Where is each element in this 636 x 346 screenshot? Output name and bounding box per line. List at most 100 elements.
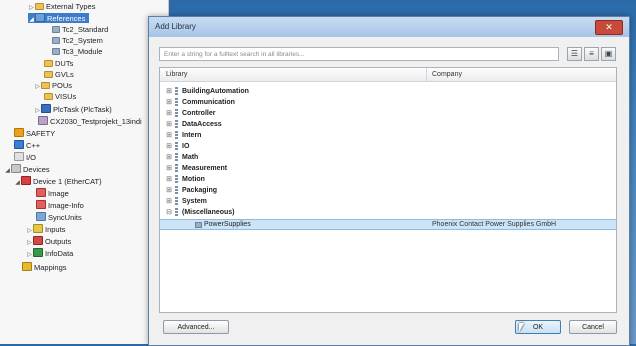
category-label: (Miscellaneous) — [182, 209, 235, 216]
library-category-row[interactable]: ⊞ DataAccess — [160, 119, 616, 130]
column-separator[interactable] — [426, 68, 427, 81]
library-category-row[interactable]: ⊟ (Miscellaneous) — [160, 207, 616, 218]
category-label: Motion — [182, 176, 205, 183]
tree-item-syncunits[interactable]: SyncUnits — [36, 212, 82, 222]
library-category-row[interactable]: ⊞ Math — [160, 152, 616, 163]
tree-item-tc2-system[interactable]: Tc2_System — [52, 36, 103, 46]
expand-icon[interactable]: ⊞ — [165, 185, 173, 196]
expand-icon[interactable]: ▷ — [34, 82, 41, 92]
close-button[interactable]: ✕ — [595, 20, 623, 35]
library-category-row[interactable]: ⊞ Controller — [160, 108, 616, 119]
tree-item-cpp[interactable]: C++ — [14, 140, 40, 150]
category-label: Intern — [182, 132, 202, 139]
tree-item-pous[interactable]: ▷ POUs — [34, 81, 72, 91]
task-icon — [41, 104, 51, 113]
expand-icon[interactable]: ▷ — [28, 3, 35, 13]
add-library-dialog: Add Library ✕ Enter a string for a fullt… — [148, 16, 630, 346]
syncunits-icon — [36, 212, 46, 221]
infodata-icon — [33, 248, 43, 257]
expand-icon[interactable]: ⊞ — [165, 108, 173, 119]
category-icon — [175, 186, 178, 195]
outputs-icon — [33, 236, 43, 245]
tree-item-references[interactable]: ◢ References — [28, 13, 90, 25]
library-row-powersupplies[interactable]: PowerSupplies Phoenix Contact Power Suppl… — [160, 219, 616, 230]
library-category-row[interactable]: ⊞ System — [160, 196, 616, 207]
tree-item-safety[interactable]: SAFETY — [14, 128, 55, 138]
tree-item-device1-ethercat[interactable]: ◢ Device 1 (EtherCAT) — [14, 176, 102, 186]
cancel-button[interactable]: Cancel — [569, 320, 617, 334]
expand-icon[interactable]: ⊞ — [165, 130, 173, 141]
category-label: Packaging — [182, 187, 218, 194]
category-view-button[interactable]: ☰ — [567, 47, 582, 61]
expand-icon[interactable]: ⊞ — [165, 141, 173, 152]
expand-icon[interactable]: ⊞ — [165, 163, 173, 174]
category-icon — [175, 153, 178, 162]
details-view-button[interactable]: ▣ — [601, 47, 616, 61]
library-label: PowerSupplies — [204, 221, 251, 228]
tree-item-mappings[interactable]: Mappings — [22, 262, 67, 272]
expand-icon[interactable]: ⊞ — [165, 119, 173, 130]
tree-item-visus[interactable]: VISUs — [44, 92, 76, 102]
expand-icon[interactable]: ⊞ — [165, 97, 173, 108]
expand-icon[interactable]: ▷ — [26, 226, 33, 236]
tree-item-io[interactable]: I/O — [14, 152, 36, 162]
category-label: Controller — [182, 110, 216, 117]
library-category-row[interactable]: ⊞ Packaging — [160, 185, 616, 196]
collapse-icon[interactable]: ⊟ — [165, 207, 173, 218]
column-header-library[interactable]: Library — [166, 71, 187, 78]
tree-item-devices[interactable]: ◢ Devices — [4, 164, 50, 174]
solution-explorer-tree: ▷ External Types ◢ References Tc2_Standard… — [0, 0, 169, 344]
category-label: DataAccess — [182, 121, 222, 128]
tree-item-image-info[interactable]: Image-Info — [36, 200, 84, 210]
tree-item-gvls[interactable]: GVLs — [44, 70, 74, 80]
advanced-button[interactable]: Advanced... — [163, 320, 229, 334]
collapse-icon[interactable]: ◢ — [14, 178, 21, 188]
expand-icon[interactable]: ▷ — [26, 238, 33, 248]
library-icon — [52, 26, 60, 33]
library-icon — [52, 48, 60, 55]
dialog-title: Add Library — [155, 22, 196, 31]
column-header-company[interactable]: Company — [432, 71, 462, 78]
list-view-button[interactable]: ≡ — [584, 47, 599, 61]
cpp-icon — [14, 140, 24, 149]
category-icon — [175, 131, 178, 140]
company-label: Phoenix Contact Power Supplies GmbH — [432, 221, 557, 228]
expand-icon[interactable]: ▷ — [34, 106, 41, 116]
library-category-row[interactable]: ⊞ BuildingAutomation — [160, 86, 616, 97]
tree-item-infodata[interactable]: ▷ InfoData — [26, 248, 73, 258]
tree-item-plctask[interactable]: ▷ PlcTask (PlcTask) — [34, 104, 112, 114]
folder-icon — [44, 60, 53, 67]
tree-item-inputs[interactable]: ▷ Inputs — [26, 224, 65, 234]
tree-item-external-types[interactable]: ▷ External Types — [28, 2, 95, 12]
expand-icon[interactable]: ▷ — [26, 250, 33, 260]
category-label: IO — [182, 143, 190, 150]
category-icon — [175, 98, 178, 107]
tree-item-image[interactable]: Image — [36, 188, 69, 198]
collapse-icon[interactable]: ◢ — [4, 166, 11, 176]
collapse-icon[interactable]: ◢ — [28, 15, 35, 25]
tree-item-tc2-standard[interactable]: Tc2_Standard — [52, 25, 108, 35]
image-icon — [36, 200, 46, 209]
references-icon — [35, 13, 45, 22]
image-icon — [36, 188, 46, 197]
folder-icon — [44, 93, 53, 100]
grid-header: Library Company — [160, 68, 616, 82]
library-category-row[interactable]: ⊞ IO — [160, 141, 616, 152]
expand-icon[interactable]: ⊞ — [165, 86, 173, 97]
library-search-input[interactable]: Enter a string for a fulltext search in … — [159, 47, 559, 61]
category-icon — [175, 164, 178, 173]
library-category-row[interactable]: ⊞ Motion — [160, 174, 616, 185]
expand-icon[interactable]: ⊞ — [165, 196, 173, 207]
category-label: Communication — [182, 99, 235, 106]
expand-icon[interactable]: ⊞ — [165, 152, 173, 163]
tree-item-outputs[interactable]: ▷ Outputs — [26, 236, 71, 246]
library-category-row[interactable]: ⊞ Intern — [160, 130, 616, 141]
tree-item-duts[interactable]: DUTs — [44, 59, 73, 69]
expand-icon[interactable]: ⊞ — [165, 174, 173, 185]
dialog-titlebar[interactable]: Add Library ✕ — [149, 17, 629, 37]
close-icon: ✕ — [605, 22, 613, 32]
library-category-row[interactable]: ⊞ Communication — [160, 97, 616, 108]
tree-item-tc3-module[interactable]: Tc3_Module — [52, 47, 102, 57]
tree-item-cx2030-project[interactable]: CX2030_Testprojekt_13indi — [38, 116, 142, 126]
library-category-row[interactable]: ⊞ Measurement — [160, 163, 616, 174]
